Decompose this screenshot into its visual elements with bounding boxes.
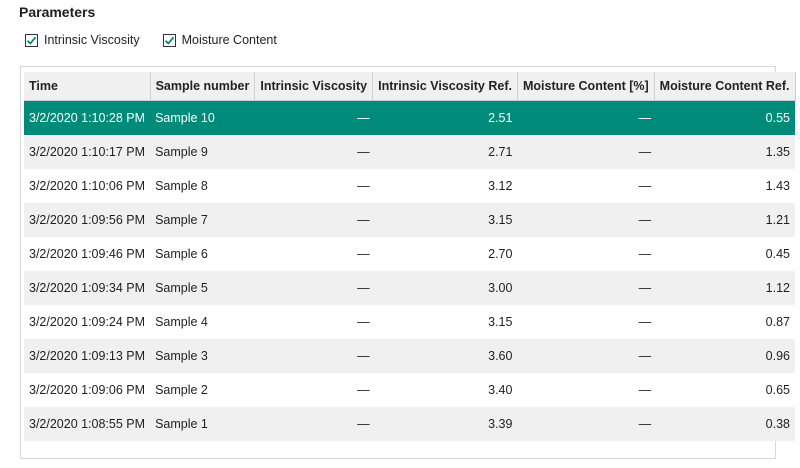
cell-moisture-content-ref: 1.35 <box>654 135 796 169</box>
cell-moisture-content-ref: 0.96 <box>654 339 796 373</box>
cell-intrinsic-viscosity-ref: 2.71 <box>372 135 518 169</box>
table-row[interactable]: 3/2/2020 1:10:28 PM Sample 10 — 2.51 — 0… <box>24 100 796 135</box>
cell-time: 3/2/2020 1:09:34 PM <box>24 271 151 305</box>
cell-moisture-content-ref: 1.21 <box>654 203 796 237</box>
cell-moisture-content: — <box>517 407 655 441</box>
cell-moisture-content: — <box>517 271 655 305</box>
cell-moisture-content: — <box>517 305 655 339</box>
cell-intrinsic-viscosity-ref: 3.12 <box>372 169 518 203</box>
cell-intrinsic-viscosity: — <box>254 373 373 407</box>
cell-intrinsic-viscosity-ref: 2.70 <box>372 237 518 271</box>
table-row[interactable]: 3/2/2020 1:09:13 PM Sample 3 — 3.60 — 0.… <box>24 339 796 373</box>
intrinsic-viscosity-label: Intrinsic Viscosity <box>44 33 140 47</box>
cell-intrinsic-viscosity: — <box>254 203 373 237</box>
cell-moisture-content: — <box>517 169 655 203</box>
cell-moisture-content-ref: 0.55 <box>654 100 796 135</box>
column-header-sample-number[interactable]: Sample number <box>150 72 256 101</box>
column-header-intrinsic-viscosity-ref[interactable]: Intrinsic Viscosity Ref. <box>372 72 518 101</box>
cell-intrinsic-viscosity-ref: 3.60 <box>372 339 518 373</box>
table-row[interactable]: 3/2/2020 1:08:55 PM Sample 1 — 3.39 — 0.… <box>24 407 796 441</box>
cell-sample: Sample 7 <box>150 203 255 237</box>
table-row[interactable]: 3/2/2020 1:09:24 PM Sample 4 — 3.15 — 0.… <box>24 305 796 339</box>
cell-sample: Sample 2 <box>150 373 255 407</box>
table-row[interactable]: 3/2/2020 1:09:46 PM Sample 6 — 2.70 — 0.… <box>24 237 796 271</box>
cell-moisture-content-ref: 1.12 <box>654 271 796 305</box>
column-header-moisture-content[interactable]: Moisture Content [%] <box>517 72 655 101</box>
table-header-row: Time Sample number Intrinsic Viscosity I… <box>24 72 796 101</box>
cell-sample: Sample 3 <box>150 339 255 373</box>
results-grid: Time Sample number Intrinsic Viscosity I… <box>20 66 796 459</box>
cell-time: 3/2/2020 1:09:24 PM <box>24 305 151 339</box>
cell-moisture-content: — <box>517 100 655 135</box>
results-table: Time Sample number Intrinsic Viscosity I… <box>24 72 796 441</box>
table-row[interactable]: 3/2/2020 1:09:34 PM Sample 5 — 3.00 — 1.… <box>24 271 796 305</box>
cell-sample: Sample 9 <box>150 135 255 169</box>
column-header-moisture-content-ref[interactable]: Moisture Content Ref. <box>654 72 796 101</box>
cell-moisture-content-ref: 0.38 <box>654 407 796 441</box>
cell-moisture-content-ref: 0.87 <box>654 305 796 339</box>
cell-time: 3/2/2020 1:08:55 PM <box>24 407 151 441</box>
cell-intrinsic-viscosity: — <box>254 305 373 339</box>
parameters-title: Parameters <box>19 4 96 20</box>
cell-time: 3/2/2020 1:09:46 PM <box>24 237 151 271</box>
cell-intrinsic-viscosity: — <box>254 271 373 305</box>
cell-intrinsic-viscosity: — <box>254 237 373 271</box>
cell-time: 3/2/2020 1:09:56 PM <box>24 203 151 237</box>
cell-intrinsic-viscosity-ref: 3.15 <box>372 203 518 237</box>
cell-moisture-content-ref: 0.45 <box>654 237 796 271</box>
cell-moisture-content: — <box>517 339 655 373</box>
cell-sample: Sample 10 <box>150 100 255 135</box>
moisture-content-label: Moisture Content <box>181 33 277 47</box>
checkbox-checked-icon[interactable] <box>25 33 38 47</box>
column-header-time[interactable]: Time <box>24 72 151 101</box>
cell-intrinsic-viscosity: — <box>254 169 373 203</box>
cell-intrinsic-viscosity: — <box>254 135 373 169</box>
cell-sample: Sample 6 <box>150 237 255 271</box>
cell-moisture-content-ref: 0.65 <box>654 373 796 407</box>
cell-time: 3/2/2020 1:10:17 PM <box>24 135 151 169</box>
cell-intrinsic-viscosity-ref: 3.40 <box>372 373 518 407</box>
cell-sample: Sample 1 <box>150 407 255 441</box>
table-row[interactable]: 3/2/2020 1:10:06 PM Sample 8 — 3.12 — 1.… <box>24 169 796 203</box>
cell-moisture-content-ref: 1.43 <box>654 169 796 203</box>
cell-time: 3/2/2020 1:09:06 PM <box>24 373 151 407</box>
cell-intrinsic-viscosity-ref: 3.39 <box>372 407 518 441</box>
cell-moisture-content: — <box>517 373 655 407</box>
cell-intrinsic-viscosity-ref: 3.00 <box>372 271 518 305</box>
table-row[interactable]: 3/2/2020 1:09:06 PM Sample 2 — 3.40 — 0.… <box>24 373 796 407</box>
cell-intrinsic-viscosity: — <box>254 339 373 373</box>
cell-moisture-content: — <box>517 237 655 271</box>
cell-time: 3/2/2020 1:10:06 PM <box>24 169 151 203</box>
cell-moisture-content: — <box>517 135 655 169</box>
cell-intrinsic-viscosity: — <box>254 407 373 441</box>
cell-intrinsic-viscosity-ref: 2.51 <box>372 100 518 135</box>
intrinsic-viscosity-checkbox[interactable]: Intrinsic Viscosity <box>25 33 140 47</box>
moisture-content-checkbox[interactable]: Moisture Content <box>162 33 277 47</box>
cell-intrinsic-viscosity: — <box>254 100 373 135</box>
table-row[interactable]: 3/2/2020 1:10:17 PM Sample 9 — 2.71 — 1.… <box>24 135 796 169</box>
table-row[interactable]: 3/2/2020 1:09:56 PM Sample 7 — 3.15 — 1.… <box>24 203 796 237</box>
parameter-checkboxes: Intrinsic Viscosity Moisture Content <box>25 33 300 47</box>
cell-sample: Sample 8 <box>150 169 255 203</box>
cell-time: 3/2/2020 1:10:28 PM <box>24 100 151 135</box>
cell-moisture-content: — <box>517 203 655 237</box>
cell-intrinsic-viscosity-ref: 3.15 <box>372 305 518 339</box>
cell-time: 3/2/2020 1:09:13 PM <box>24 339 151 373</box>
cell-sample: Sample 4 <box>150 305 255 339</box>
checkbox-checked-icon[interactable] <box>162 33 176 47</box>
cell-sample: Sample 5 <box>150 271 255 305</box>
column-header-intrinsic-viscosity[interactable]: Intrinsic Viscosity <box>254 72 374 101</box>
